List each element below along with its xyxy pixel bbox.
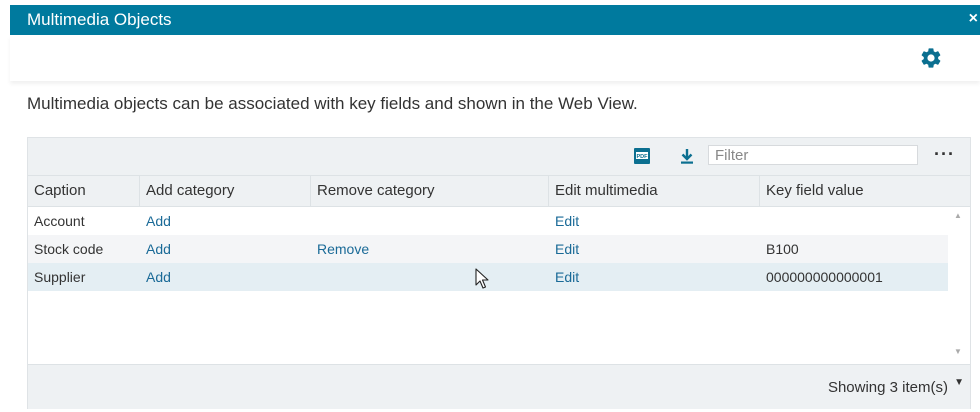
filter-input[interactable] [708,145,918,165]
add-category-link[interactable]: Add [140,263,171,291]
edit-multimedia-link[interactable]: Edit [549,235,579,263]
svg-text:PDF: PDF [637,154,649,160]
column-header-add-category[interactable]: Add category [140,176,311,206]
cell-key-field-value: 000000000000001 [766,269,883,285]
cell-key-field-value [760,207,766,235]
description-text: Multimedia objects can be associated wit… [27,94,638,113]
caret-down-icon[interactable]: ▼ [954,377,964,388]
dialog-title: Multimedia Objects [27,10,172,29]
column-header-remove-category[interactable]: Remove category [311,176,549,206]
more-options-button[interactable]: ··· [934,144,955,165]
remove-category-link[interactable] [311,207,317,235]
edit-multimedia-link[interactable]: Edit [549,207,579,235]
mouse-pointer-icon [475,268,489,289]
cell-key-field-value: B100 [766,241,799,257]
cell-caption: Stock code [34,241,104,257]
item-count-text: Showing 3 item(s) [827,379,948,396]
grid-toolbar: PDF ··· [28,138,970,176]
add-category-link[interactable]: Add [140,207,171,235]
remove-category-link[interactable]: Remove [311,235,369,263]
grid-footer: Showing 3 item(s) ▼ [28,364,970,409]
scroll-down-arrow-icon[interactable]: ▼ [954,347,962,356]
close-button[interactable]: × [969,10,978,28]
scroll-up-arrow-icon[interactable]: ▲ [954,211,962,220]
table-row[interactable]: Stock code Add Remove Edit B100 [28,235,948,263]
pdf-icon[interactable]: PDF [634,148,650,164]
add-category-link[interactable]: Add [140,235,171,263]
cell-caption: Supplier [34,269,86,285]
dialog-toolbar [10,35,980,81]
gear-icon[interactable] [919,46,943,70]
table-row[interactable]: Account Add Edit [28,207,948,235]
dialog-title-bar: Multimedia Objects × [10,5,980,35]
cell-caption: Account [34,213,85,229]
edit-multimedia-link[interactable]: Edit [549,263,579,291]
column-header-caption[interactable]: Caption [28,176,140,206]
multimedia-grid: PDF ··· Caption Add category Remove cate… [27,137,971,409]
grid-header-row: Caption Add category Remove category Edi… [28,176,970,207]
vertical-scrollbar[interactable]: ▲ ▼ [950,207,968,363]
download-icon[interactable] [680,148,694,164]
column-header-edit-multimedia[interactable]: Edit multimedia [549,176,760,206]
column-header-key-field-value[interactable]: Key field value [760,176,970,206]
remove-category-link[interactable] [311,263,317,291]
